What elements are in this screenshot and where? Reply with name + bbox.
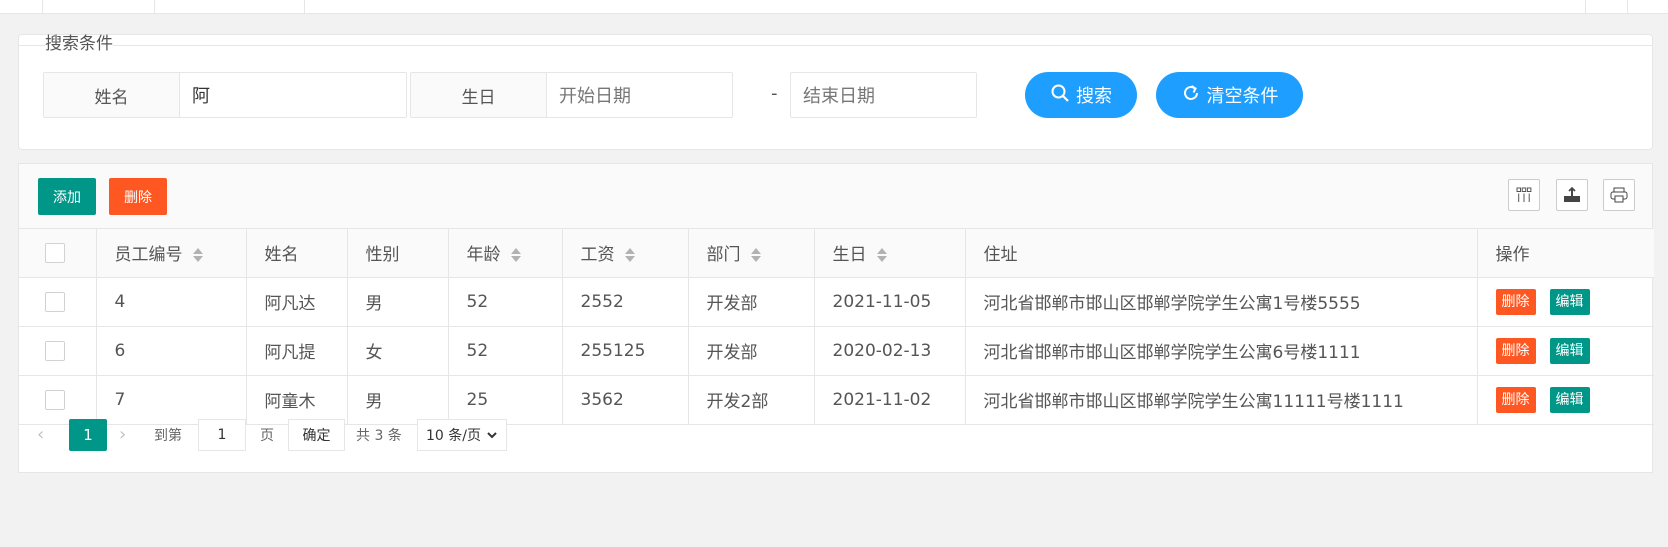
row-select-cell[interactable] <box>19 277 97 327</box>
cell-id: 4 <box>96 277 247 327</box>
col-label: 操作 <box>1495 245 1530 266</box>
chevron-down-icon <box>486 429 498 445</box>
search-panel: 搜索条件 姓名 阿 生日 开始日期 - 结束日期 搜索 清空条件 <box>18 34 1653 150</box>
row-edit-button[interactable]: 编辑 <box>1549 337 1590 364</box>
col-header-name: 姓名 <box>246 229 348 278</box>
top-tab-strip <box>0 0 1668 14</box>
refresh-icon <box>1181 83 1201 108</box>
cell-age: 52 <box>448 326 563 376</box>
goto-label: 到第 <box>154 428 182 444</box>
fieldset-border <box>19 45 1652 46</box>
next-page-icon[interactable]: › <box>119 424 126 445</box>
goto-page-input[interactable]: 1 <box>198 419 246 451</box>
name-input[interactable]: 阿 <box>180 73 406 117</box>
row-checkbox[interactable] <box>45 340 65 361</box>
col-label: 工资 <box>580 245 615 266</box>
search-legend: 搜索条件 <box>45 34 113 54</box>
cell-name: 阿凡达 <box>246 277 348 327</box>
name-field[interactable]: 姓名 阿 <box>43 72 407 118</box>
sort-icon[interactable] <box>192 247 203 263</box>
name-label: 姓名 <box>44 73 180 117</box>
goto-confirm-button[interactable]: 确定 <box>288 419 345 451</box>
cell-gender: 女 <box>347 326 449 376</box>
col-header-address: 住址 <box>965 229 1478 278</box>
birthday-field[interactable]: 生日 开始日期 <box>410 72 733 118</box>
search-icon <box>1050 83 1070 108</box>
row-edit-button[interactable]: 编辑 <box>1549 386 1590 413</box>
cell-gender: 男 <box>347 277 449 327</box>
pagination: ‹ 1 › 到第 1 页 确定 共 3 条 10 条/页 <box>19 410 1652 462</box>
page-size-select[interactable]: 10 条/页 <box>417 419 507 451</box>
col-label: 年龄 <box>466 245 501 266</box>
table-header-row: 员工编号 姓名 性别 年龄 工资 部门 生日 住址 操作 <box>19 229 1654 278</box>
table-row: 4 阿凡达 男 52 2552 开发部 2021-11-05 河北省邯郸市邯山区… <box>19 277 1654 327</box>
cell-age: 52 <box>448 277 563 327</box>
total-count: 共 3 条 <box>356 428 402 444</box>
col-label: 部门 <box>706 245 741 266</box>
col-label: 住址 <box>983 245 1018 266</box>
search-button-label: 搜索 <box>1076 86 1112 107</box>
row-delete-button[interactable]: 删除 <box>1495 288 1536 315</box>
cell-address: 河北省邯郸市邯山区邯郸学院学生公寓1号楼5555 <box>965 277 1478 327</box>
clear-button-label: 清空条件 <box>1206 86 1279 107</box>
col-header-dept[interactable]: 部门 <box>688 229 815 278</box>
end-date-input[interactable]: 结束日期 <box>790 72 977 118</box>
cell-birthday: 2020-02-13 <box>814 326 966 376</box>
page-unit-label: 页 <box>260 428 274 444</box>
date-range-dash: - <box>771 83 778 104</box>
row-checkbox[interactable] <box>45 389 65 410</box>
row-delete-button[interactable]: 删除 <box>1495 386 1536 413</box>
col-header-salary[interactable]: 工资 <box>562 229 689 278</box>
table-toolbar: 添加 删除 <box>19 164 1652 229</box>
search-button[interactable]: 搜索 <box>1025 72 1137 118</box>
select-all-cell[interactable] <box>19 229 97 278</box>
page-size-value: 10 条/页 <box>426 428 481 444</box>
cell-dept: 开发部 <box>688 326 815 376</box>
cell-actions: 删除 编辑 <box>1477 277 1654 327</box>
col-header-birthday[interactable]: 生日 <box>814 229 966 278</box>
select-all-checkbox[interactable] <box>45 242 65 263</box>
table-row: 6 阿凡提 女 52 255125 开发部 2020-02-13 河北省邯郸市邯… <box>19 326 1654 376</box>
sort-icon[interactable] <box>876 247 887 263</box>
cell-address: 河北省邯郸市邯山区邯郸学院学生公寓6号楼1111 <box>965 326 1478 376</box>
cell-actions: 删除 编辑 <box>1477 326 1654 376</box>
col-header-id[interactable]: 员工编号 <box>96 229 247 278</box>
delete-button[interactable]: 删除 <box>109 178 167 215</box>
col-label: 姓名 <box>264 245 299 266</box>
sort-icon[interactable] <box>750 247 761 263</box>
row-checkbox[interactable] <box>45 291 65 312</box>
current-page[interactable]: 1 <box>69 419 107 451</box>
add-button[interactable]: 添加 <box>38 178 96 215</box>
col-label: 员工编号 <box>114 245 183 266</box>
cell-name: 阿凡提 <box>246 326 348 376</box>
row-select-cell[interactable] <box>19 326 97 376</box>
start-date-input[interactable]: 开始日期 <box>547 73 732 117</box>
col-label: 生日 <box>832 245 867 266</box>
cell-dept: 开发部 <box>688 277 815 327</box>
row-edit-button[interactable]: 编辑 <box>1549 288 1590 315</box>
cell-id: 6 <box>96 326 247 376</box>
col-label: 性别 <box>365 245 400 266</box>
cell-salary: 2552 <box>562 277 689 327</box>
birthday-label: 生日 <box>411 73 547 117</box>
cell-birthday: 2021-11-05 <box>814 277 966 327</box>
export-icon[interactable] <box>1556 179 1588 211</box>
row-delete-button[interactable]: 删除 <box>1495 337 1536 364</box>
data-table-panel: 添加 删除 员工编号 姓名 性别 年龄 工资 部门 生日 住址 操作 4 阿凡达… <box>18 163 1654 473</box>
sort-icon[interactable] <box>510 247 521 263</box>
prev-page-icon[interactable]: ‹ <box>37 424 44 445</box>
clear-button[interactable]: 清空条件 <box>1156 72 1303 118</box>
print-icon[interactable] <box>1603 179 1635 211</box>
col-header-gender: 性别 <box>347 229 449 278</box>
col-header-actions: 操作 <box>1477 229 1654 278</box>
columns-icon[interactable] <box>1508 179 1540 211</box>
employee-table: 员工编号 姓名 性别 年龄 工资 部门 生日 住址 操作 4 阿凡达 男 52 … <box>19 229 1654 425</box>
cell-salary: 255125 <box>562 326 689 376</box>
col-header-age[interactable]: 年龄 <box>448 229 563 278</box>
sort-icon[interactable] <box>624 247 635 263</box>
